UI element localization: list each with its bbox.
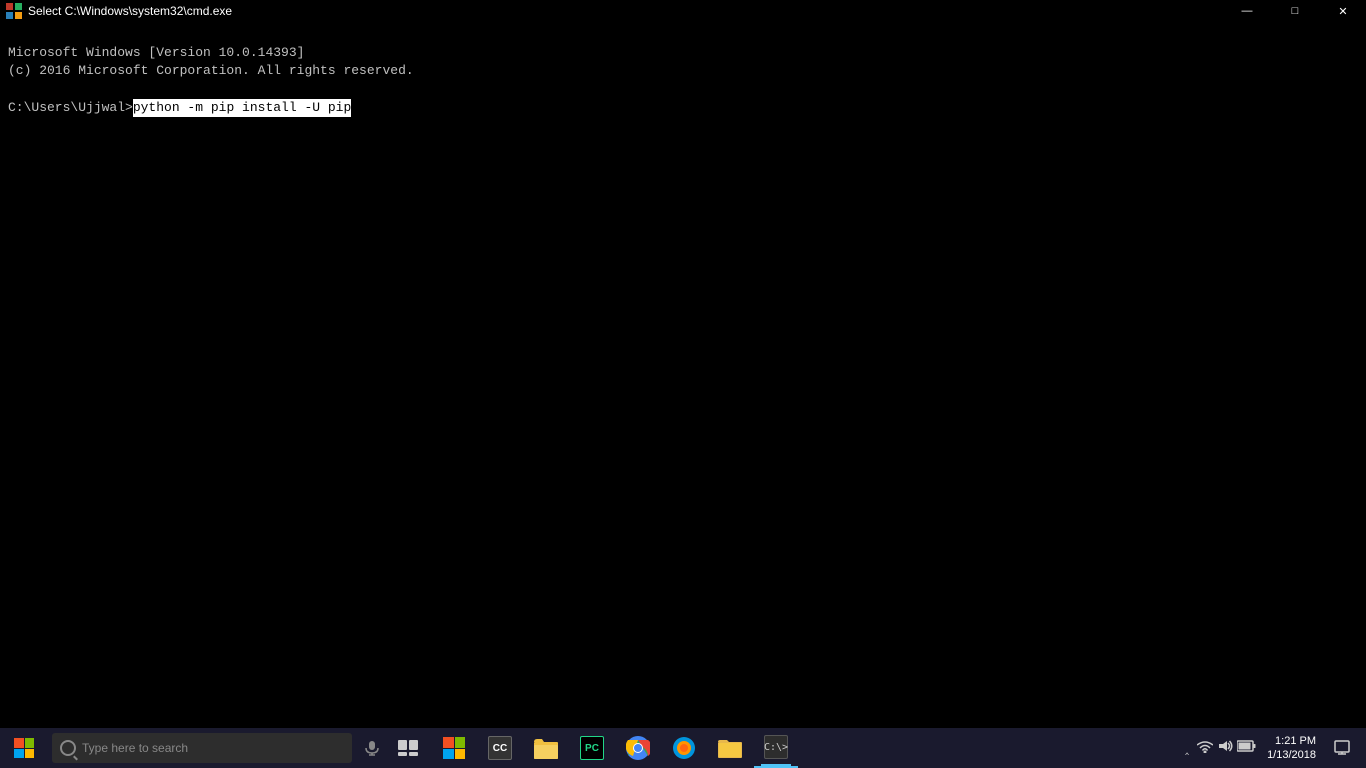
taskbar: Type here to search CC — [0, 728, 1366, 768]
chrome-icon — [626, 736, 650, 760]
microphone-icon — [364, 740, 380, 756]
taskbar-app-firefox[interactable] — [662, 728, 706, 768]
network-icon[interactable] — [1197, 739, 1213, 758]
minimize-button[interactable]: — — [1224, 0, 1270, 22]
clock-date: 1/13/2018 — [1267, 748, 1316, 762]
taskbar-app-pycharm[interactable]: PC — [570, 728, 614, 768]
taskbar-app-chrome[interactable] — [616, 728, 660, 768]
terminal-body[interactable]: Microsoft Windows [Version 10.0.14393] (… — [0, 22, 1366, 728]
action-center-button[interactable] — [1326, 728, 1358, 768]
search-icon — [60, 740, 76, 756]
titlebar-controls: — □ ✕ — [1224, 0, 1366, 22]
taskbar-app-terminal[interactable]: C:\> — [754, 728, 798, 768]
pycharm-icon: PC — [580, 736, 604, 760]
start-button[interactable] — [0, 728, 48, 768]
task-view-button[interactable] — [388, 728, 428, 768]
taskbar-app-explorer[interactable] — [524, 728, 568, 768]
terminal-icon: C:\> — [764, 735, 788, 759]
clock-time: 1:21 PM — [1275, 734, 1316, 748]
titlebar-left: Select C:\Windows\system32\cmd.exe — [6, 3, 232, 19]
folder-icon — [718, 736, 742, 760]
explorer-icon — [534, 736, 558, 760]
titlebar: Select C:\Windows\system32\cmd.exe — □ ✕ — [0, 0, 1366, 22]
taskbar-app-cc[interactable]: CC — [478, 728, 522, 768]
task-view-icon — [398, 740, 418, 756]
active-indicator — [761, 764, 791, 766]
volume-icon[interactable] — [1217, 739, 1233, 758]
cortana-button[interactable] — [356, 728, 388, 768]
taskbar-app-ms[interactable] — [432, 728, 476, 768]
action-center-icon — [1334, 740, 1350, 756]
windows-icon — [14, 738, 34, 758]
terminal-line1: Microsoft Windows [Version 10.0.14393] — [8, 45, 304, 60]
cmd-icon — [6, 3, 22, 19]
taskbar-apps: CC PC — [432, 728, 798, 768]
maximize-button[interactable]: □ — [1272, 0, 1318, 22]
cc-icon: CC — [488, 736, 512, 760]
search-placeholder: Type here to search — [82, 741, 188, 755]
search-bar[interactable]: Type here to search — [52, 733, 352, 763]
battery-icon[interactable] — [1237, 740, 1257, 757]
clock[interactable]: 1:21 PM 1/13/2018 — [1263, 734, 1320, 763]
titlebar-title: Select C:\Windows\system32\cmd.exe — [28, 4, 232, 18]
tray-expand-button[interactable]: ‸ — [1183, 741, 1191, 756]
terminal-prompt-line: C:\Users\Ujjwal>python -m pip install -U… — [8, 99, 1358, 117]
prompt: C:\Users\Ujjwal> — [8, 99, 133, 117]
system-tray: ‸ — [1175, 728, 1366, 768]
tray-icons — [1197, 739, 1257, 758]
firefox-icon — [672, 736, 696, 760]
ms-icon — [443, 737, 465, 759]
close-button[interactable]: ✕ — [1320, 0, 1366, 22]
terminal-line2: (c) 2016 Microsoft Corporation. All righ… — [8, 63, 414, 78]
terminal-command: python -m pip install -U pip — [133, 99, 351, 117]
taskbar-app-folder[interactable] — [708, 728, 752, 768]
